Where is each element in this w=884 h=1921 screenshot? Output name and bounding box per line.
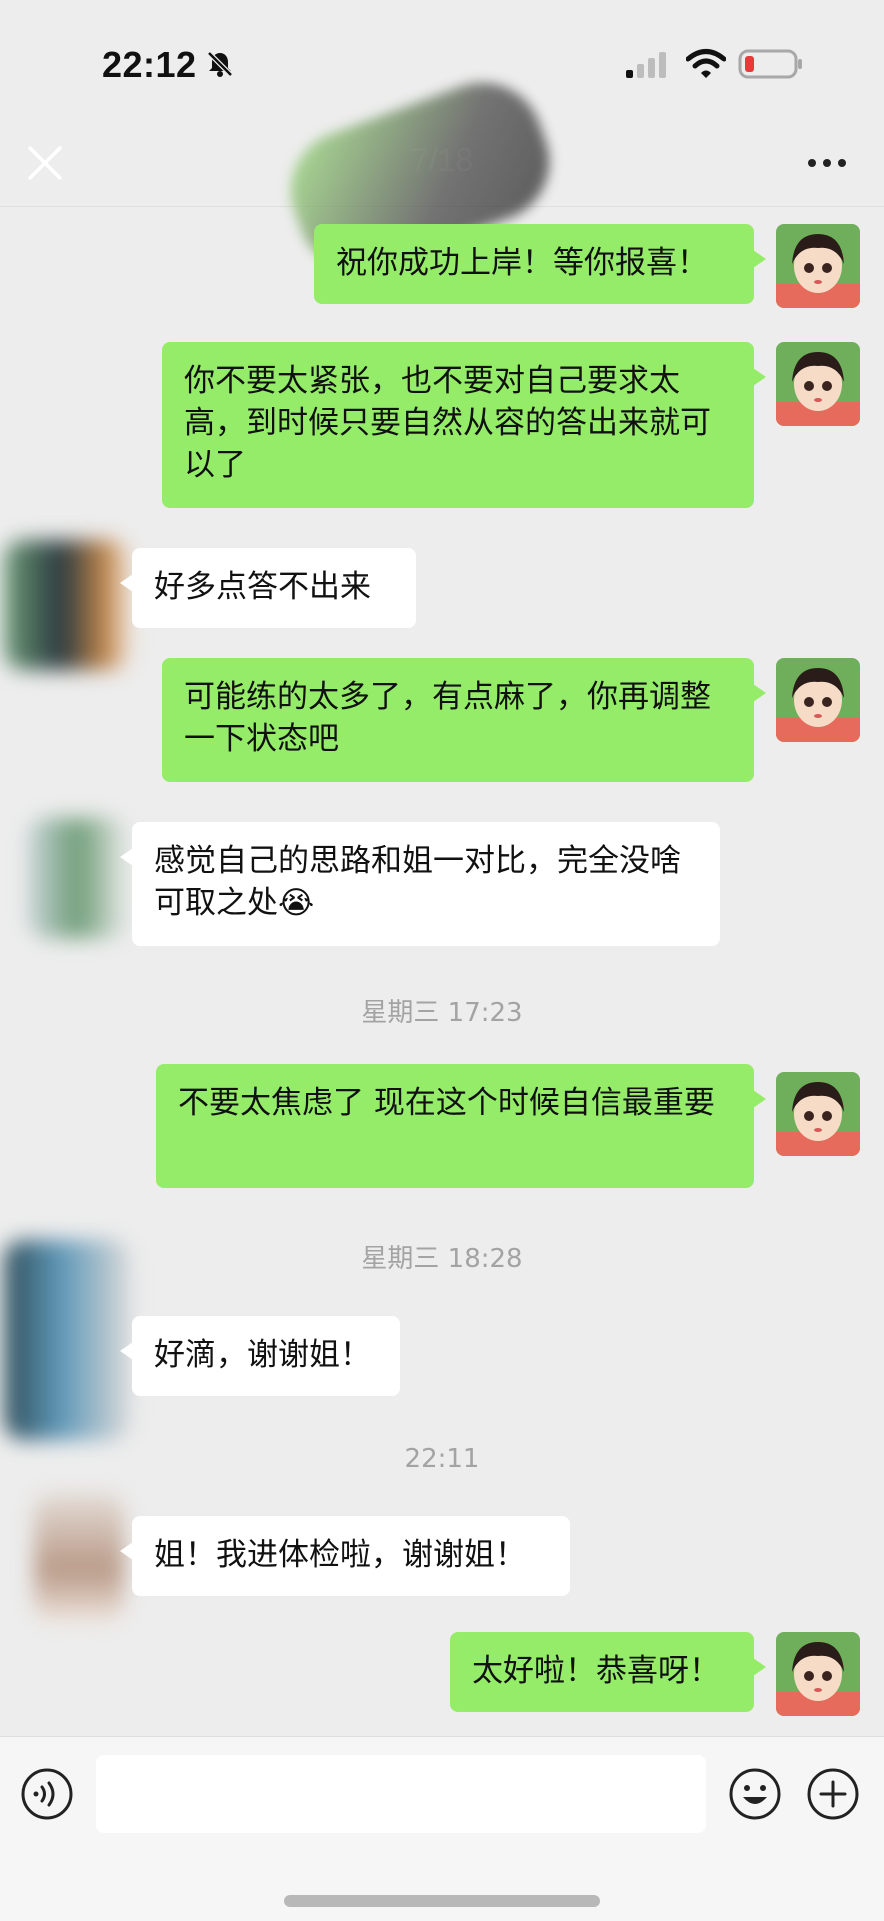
wifi-icon bbox=[686, 49, 726, 78]
message-bubble-mine[interactable]: 可能练的太多了，有点麻了，你再调整一下状态吧 bbox=[162, 658, 766, 782]
emoji-icon[interactable] bbox=[728, 1767, 782, 1821]
signal-icon bbox=[626, 52, 666, 78]
avatar-image bbox=[776, 1632, 860, 1716]
avatar-me[interactable] bbox=[776, 1632, 860, 1716]
timestamp: 星期三 18:28 bbox=[361, 1244, 523, 1274]
message-bubble-mine[interactable]: 你不要太紧张，也不要对自己要求太高，到时候只要自然从容的答出来就可以了 bbox=[162, 342, 766, 508]
home-indicator bbox=[284, 1895, 600, 1907]
timestamp: 22:11 bbox=[404, 1444, 480, 1474]
message-bubble-mine[interactable]: 不要太焦虑了 现在这个时候自信最重要 bbox=[156, 1064, 766, 1188]
voice-icon[interactable] bbox=[20, 1767, 74, 1821]
avatar-other[interactable] bbox=[28, 818, 128, 938]
plus-icon[interactable] bbox=[806, 1767, 860, 1821]
message-bubble-other[interactable]: 姐！我进体检啦，谢谢姐！ bbox=[120, 1516, 570, 1596]
avatar-other[interactable] bbox=[4, 540, 130, 670]
avatar-me[interactable] bbox=[776, 224, 860, 308]
input-bar bbox=[0, 1736, 884, 1921]
avatar-me[interactable] bbox=[776, 1072, 860, 1156]
message-bubble-other[interactable]: 好滴，谢谢姐！ bbox=[120, 1316, 400, 1396]
message-bubble-other[interactable]: 感觉自己的思路和姐一对比，完全没啥可取之处😭 bbox=[120, 822, 720, 946]
more-icon[interactable] bbox=[806, 154, 848, 172]
avatar-me[interactable] bbox=[776, 658, 860, 742]
avatar-image bbox=[776, 1072, 860, 1156]
avatar-other[interactable] bbox=[4, 1240, 130, 1440]
message-bubble-mine[interactable]: 太好啦！恭喜呀！ bbox=[450, 1632, 766, 1712]
status-time: 22:12 bbox=[102, 44, 197, 85]
avatar-image bbox=[776, 342, 860, 426]
bell-muted-icon bbox=[207, 51, 233, 77]
avatar-me[interactable] bbox=[776, 342, 860, 426]
avatar-other[interactable] bbox=[34, 1492, 124, 1622]
battery-low-icon bbox=[738, 49, 802, 79]
message-input[interactable] bbox=[96, 1755, 706, 1833]
message-bubble-other[interactable]: 好多点答不出来 bbox=[120, 548, 416, 628]
message-list: 祝你成功上岸！等你报喜！ 你不要太紧张，也不要对自己要求太高，到时候只要自然从容… bbox=[0, 65, 884, 1736]
avatar-image bbox=[776, 224, 860, 308]
timestamp: 星期三 17:23 bbox=[361, 998, 523, 1028]
message-bubble-mine[interactable]: 祝你成功上岸！等你报喜！ bbox=[314, 224, 766, 304]
avatar-image bbox=[776, 658, 860, 742]
